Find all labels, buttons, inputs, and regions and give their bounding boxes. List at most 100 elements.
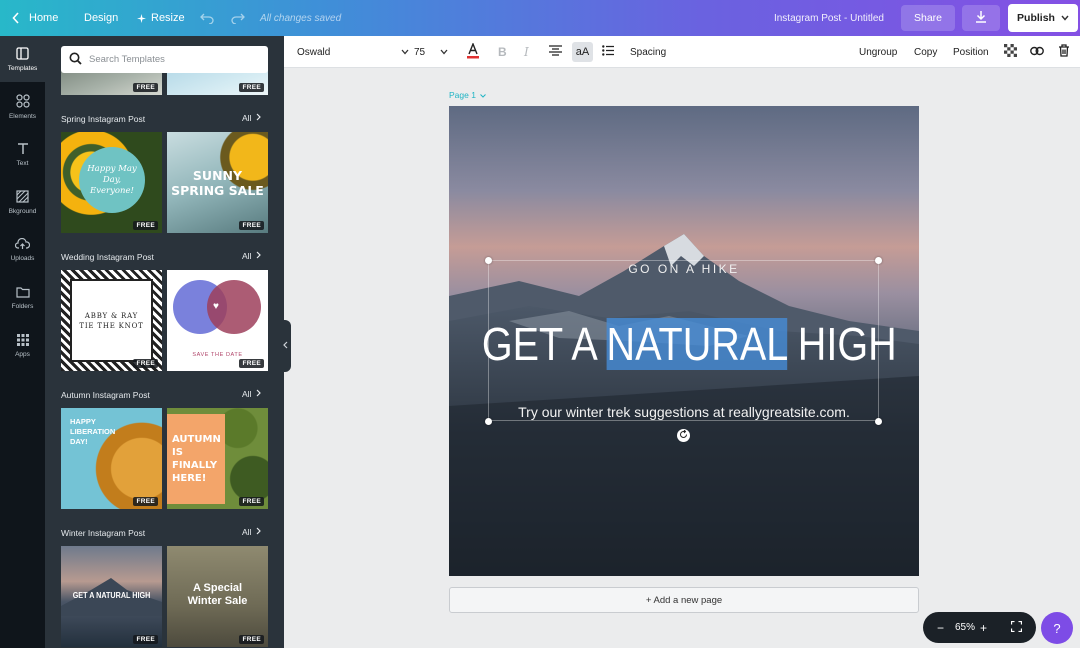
- template-search[interactable]: [61, 46, 268, 73]
- link-button[interactable]: [1030, 36, 1044, 68]
- thumb-text: DAY!: [70, 437, 88, 446]
- transparency-button[interactable]: [1004, 36, 1017, 68]
- font-family-value: Oswald: [297, 46, 331, 58]
- undo-button[interactable]: [200, 0, 214, 36]
- thumb-text: SPRING SALE: [171, 183, 264, 198]
- copy-button[interactable]: Copy: [914, 36, 937, 68]
- rail-item-background[interactable]: Bkground: [0, 179, 45, 225]
- section-title: Wedding Instagram Post: [61, 252, 154, 262]
- thumb-text: AUTUMN: [172, 434, 221, 445]
- see-all-link[interactable]: All: [242, 251, 262, 261]
- free-badge: FREE: [239, 635, 264, 644]
- chevron-right-icon: [256, 527, 262, 537]
- italic-icon: I: [524, 45, 529, 59]
- text-icon: [17, 142, 29, 157]
- search-icon: [69, 52, 82, 68]
- delete-button[interactable]: [1058, 36, 1070, 68]
- add-page-button[interactable]: + Add a new page: [449, 587, 919, 613]
- template-thumb[interactable]: HAPPY LIBERATION DAY! FREE: [61, 408, 162, 509]
- font-size-select[interactable]: 75: [414, 36, 448, 68]
- rail-item-folders[interactable]: Folders: [0, 275, 45, 321]
- template-thumb[interactable]: AUTUMN IS FINALLY HERE! FREE: [167, 408, 268, 509]
- see-all-link[interactable]: All: [242, 389, 262, 399]
- share-button[interactable]: Share: [901, 5, 955, 31]
- rail-label: Uploads: [10, 255, 35, 262]
- download-button[interactable]: [962, 5, 1000, 31]
- section-title: Autumn Instagram Post: [61, 390, 150, 400]
- page-label[interactable]: Page 1: [449, 90, 486, 100]
- home-button[interactable]: Home: [12, 0, 58, 36]
- list-icon: [602, 45, 614, 59]
- subline-text[interactable]: Try our winter trek suggestions at reall…: [449, 404, 919, 420]
- redo-icon: [231, 12, 245, 24]
- see-all-label: All: [242, 389, 252, 399]
- thumb-text: Happy May Day,: [87, 163, 137, 185]
- link-icon: [1030, 46, 1044, 59]
- rail-label: Apps: [15, 351, 30, 358]
- chevron-right-icon: [256, 113, 262, 123]
- rail-item-templates[interactable]: Templates: [0, 36, 45, 82]
- see-all-label: All: [242, 113, 252, 123]
- text-color-icon: [466, 41, 480, 62]
- zoom-in-button[interactable]: +: [980, 612, 987, 643]
- eyebrow-text[interactable]: GO ON A HIKE: [449, 262, 919, 276]
- help-button[interactable]: ?: [1041, 612, 1073, 644]
- template-thumb[interactable]: ♥ SAVE THE DATE FREE: [167, 270, 268, 371]
- template-thumb[interactable]: Happy May Day, Everyone! FREE: [61, 132, 162, 233]
- resize-button[interactable]: Resize: [137, 0, 185, 36]
- search-input[interactable]: [89, 54, 259, 65]
- italic-button[interactable]: I: [524, 36, 529, 68]
- rail-label: Elements: [8, 113, 37, 120]
- text-color-button[interactable]: [466, 36, 480, 68]
- top-bar: Home Design Resize All changes saved Ins…: [0, 0, 1080, 36]
- position-button[interactable]: Position: [953, 36, 989, 68]
- redo-button[interactable]: [231, 0, 245, 36]
- document-title[interactable]: Instagram Post - Untitled: [774, 0, 884, 36]
- bold-button[interactable]: B: [498, 36, 507, 68]
- template-thumb[interactable]: ABBY & RAY TIE THE KNOT FREE: [61, 270, 162, 371]
- chevron-right-icon: [256, 389, 262, 399]
- letter-case-button[interactable]: aA: [572, 42, 593, 62]
- rotate-handle[interactable]: [677, 429, 690, 442]
- headline-after: HIGH: [786, 318, 897, 370]
- ungroup-button[interactable]: Ungroup: [859, 36, 897, 68]
- rail-item-elements[interactable]: Elements: [0, 84, 45, 130]
- see-all-label: All: [242, 527, 252, 537]
- template-thumb[interactable]: SUNNY SPRING SALE FREE: [167, 132, 268, 233]
- elements-icon: [15, 94, 30, 110]
- template-thumb[interactable]: A Special Winter Sale FREE: [167, 546, 268, 647]
- collapse-panel-button[interactable]: [279, 320, 291, 372]
- design-menu[interactable]: Design: [84, 0, 118, 36]
- sparkle-icon: [137, 13, 146, 23]
- page-label-text: Page 1: [449, 90, 476, 100]
- see-all-link[interactable]: All: [242, 113, 262, 123]
- font-family-select[interactable]: Oswald: [297, 36, 409, 68]
- free-badge: FREE: [239, 497, 264, 506]
- zoom-out-button[interactable]: −: [937, 612, 944, 643]
- transparency-icon: [1004, 44, 1017, 60]
- spacing-button[interactable]: Spacing: [630, 36, 666, 68]
- rail-item-apps[interactable]: Apps: [0, 323, 45, 369]
- thumb-text: SAVE THE DATE: [192, 352, 243, 358]
- align-button[interactable]: [549, 36, 562, 68]
- template-thumb[interactable]: GET A NATURAL HIGH FREE: [61, 546, 162, 647]
- background-icon: [16, 189, 29, 205]
- free-badge: FREE: [133, 635, 158, 644]
- thumb-badge-circle: Happy May Day, Everyone!: [79, 147, 145, 213]
- list-button[interactable]: [602, 36, 614, 68]
- thumb-text: TIE THE KNOT: [79, 321, 144, 330]
- see-all-link[interactable]: All: [242, 527, 262, 537]
- headline-text[interactable]: GET A NATURAL HIGH: [482, 318, 897, 370]
- free-badge: FREE: [133, 221, 158, 230]
- rail-item-text[interactable]: Text: [0, 131, 45, 177]
- publish-button[interactable]: Publish: [1008, 4, 1078, 32]
- design-label: Design: [84, 12, 119, 24]
- fullscreen-icon: [1010, 620, 1023, 635]
- fullscreen-button[interactable]: [1010, 612, 1023, 643]
- undo-icon: [200, 12, 214, 24]
- rail-item-uploads[interactable]: Uploads: [0, 227, 45, 273]
- chevron-left-icon: [282, 340, 288, 352]
- letter-case-label: aA: [575, 46, 590, 58]
- zoom-level[interactable]: 65%: [955, 612, 975, 643]
- home-label: Home: [29, 12, 59, 24]
